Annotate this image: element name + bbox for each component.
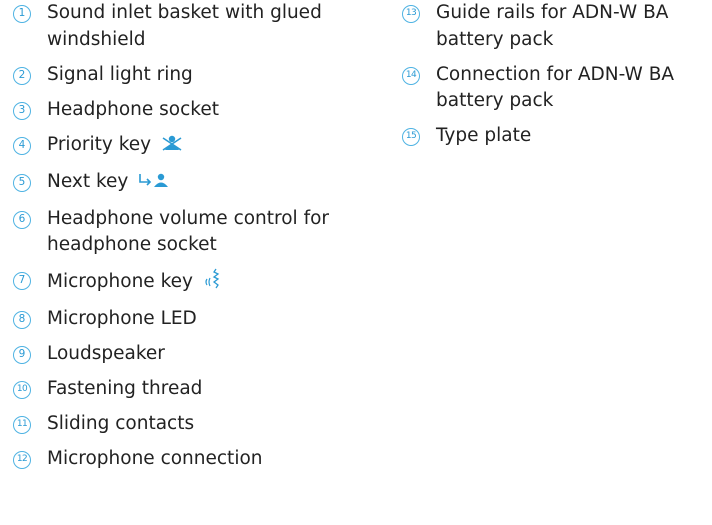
list-item: 9 Loudspeaker xyxy=(13,341,365,368)
item-number: 8 xyxy=(13,311,31,329)
item-text: Fastening thread xyxy=(47,378,203,399)
item-number: 4 xyxy=(13,136,31,155)
item-text: Headphone volume control for headphone s… xyxy=(47,207,330,256)
item-text: Connection for ADN-W BA battery pack xyxy=(436,63,675,112)
item-text: Signal light ring xyxy=(47,63,193,85)
list-item: 12 Microphone connection xyxy=(13,446,365,473)
list-item: 3 Headphone socket xyxy=(13,97,365,124)
item-text: Loudspeaker xyxy=(47,343,165,364)
item-number: 2 xyxy=(13,66,31,85)
list-item: 11 Sliding contacts xyxy=(13,411,365,438)
list-item: 15 Type plate xyxy=(402,123,712,150)
item-number: 14 xyxy=(402,66,420,85)
list-item: 1 Sound inlet basket with glued windshie… xyxy=(13,0,365,53)
item-number: 15 xyxy=(402,128,420,146)
item-text: Headphone socket xyxy=(47,98,219,120)
item-text: Guide rails for ADN-W BA battery pack xyxy=(436,2,669,50)
item-number: 9 xyxy=(13,346,31,364)
item-number: 3 xyxy=(13,101,31,120)
item-text: Priority key xyxy=(47,133,152,155)
item-number: 6 xyxy=(13,210,31,229)
legend-column-left: 1 Sound inlet basket with glued windshie… xyxy=(13,0,365,481)
item-number: 5 xyxy=(13,173,31,192)
item-number: 10 xyxy=(13,381,31,399)
item-text: Type plate xyxy=(436,125,532,146)
list-item: 13 Guide rails for ADN-W BA battery pack xyxy=(402,0,712,53)
item-text: Microphone LED xyxy=(47,308,197,329)
next-speaker-icon xyxy=(138,171,172,198)
legend-page: 1 Sound inlet basket with glued windshie… xyxy=(0,0,712,525)
item-text: Sound inlet basket with glued windshield xyxy=(47,2,322,50)
list-item: 8 Microphone LED xyxy=(13,306,365,333)
list-item: 10 Fastening thread xyxy=(13,376,365,403)
list-item: 14 Connection for ADN-W BA battery pack xyxy=(402,62,712,115)
priority-icon xyxy=(161,134,183,161)
item-number: 13 xyxy=(402,5,420,23)
list-item: 5 Next key xyxy=(13,169,365,198)
item-number: 7 xyxy=(13,272,31,290)
item-number: 1 xyxy=(13,5,31,23)
item-number: 12 xyxy=(13,451,31,469)
list-item: 7 Microphone key xyxy=(13,267,365,298)
legend-column-right: 13 Guide rails for ADN-W BA battery pack… xyxy=(402,0,712,158)
item-text: Microphone key xyxy=(47,271,193,292)
item-text: Next key xyxy=(47,170,129,192)
list-item: 2 Signal light ring xyxy=(13,62,365,89)
item-text: Sliding contacts xyxy=(47,413,195,434)
item-number: 11 xyxy=(13,416,31,434)
list-item: 4 Priority key xyxy=(13,132,365,161)
list-item: 6 Headphone volume control for headphone… xyxy=(13,206,365,259)
item-text: Microphone connection xyxy=(47,448,263,469)
microphone-speech-icon xyxy=(203,267,223,298)
